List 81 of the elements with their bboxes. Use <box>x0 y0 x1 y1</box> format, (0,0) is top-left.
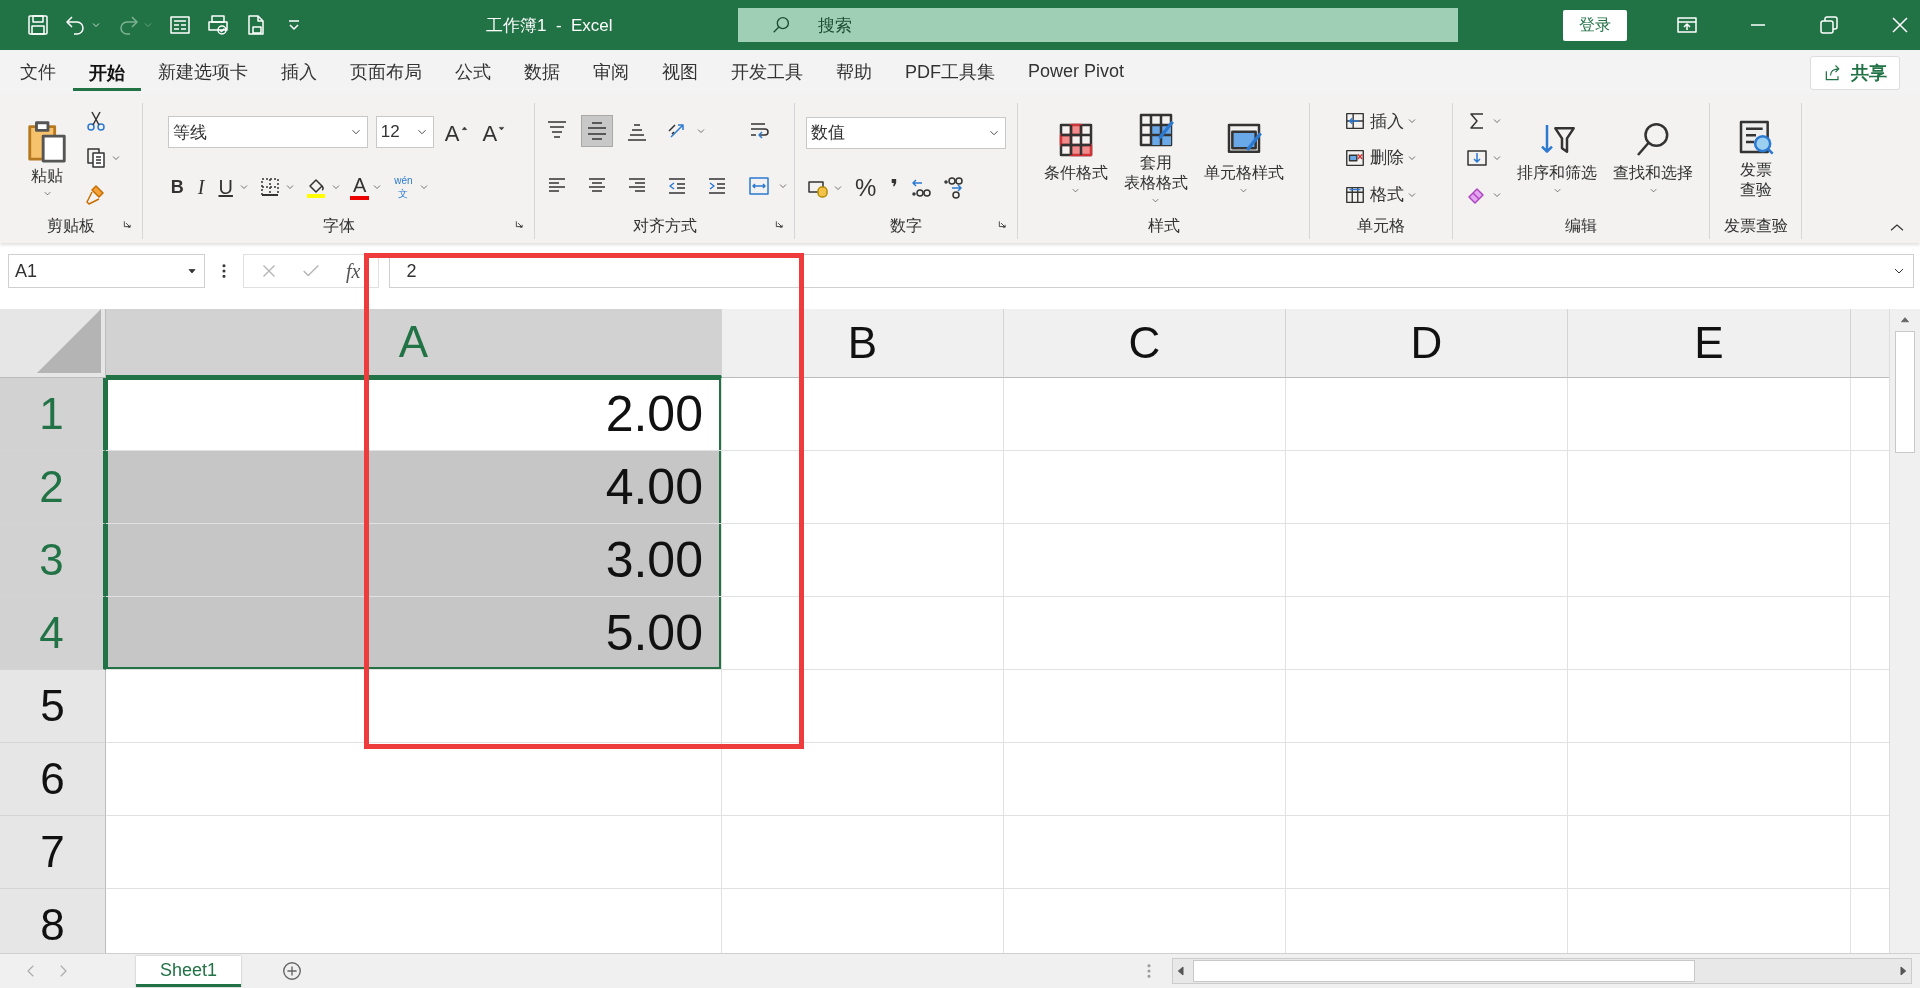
find-button[interactable]: 查找和选择 <box>1609 117 1697 199</box>
row-header[interactable]: 1 <box>0 378 106 451</box>
table-cell: 4.00 <box>106 451 722 524</box>
insert-cells-button[interactable]: 插入 <box>1344 109 1404 133</box>
column-header[interactable]: A <box>106 309 722 378</box>
group-label: 单元格 <box>1357 215 1405 236</box>
printer-icon[interactable] <box>206 13 230 37</box>
scrollbar-thumb[interactable] <box>1193 960 1695 982</box>
ribbon-tab[interactable]: 页面布局 <box>334 53 438 92</box>
decrease-decimal-icon[interactable] <box>941 175 965 200</box>
column-header[interactable]: E <box>1568 309 1851 378</box>
vertical-scrollbar[interactable] <box>1889 309 1920 953</box>
ribbon-tab[interactable]: 视图 <box>646 53 714 92</box>
group-label: 编辑 <box>1565 215 1597 236</box>
comma-style-button[interactable]: ❜ <box>887 176 901 199</box>
dropdown-field[interactable]: 数值 <box>806 116 1006 149</box>
row-header[interactable]: 6 <box>0 743 106 816</box>
group-label: 样式 <box>1147 215 1180 236</box>
row-header[interactable]: 7 <box>0 816 106 889</box>
ribbon-tab[interactable]: 插入 <box>265 53 333 92</box>
table-format-button[interactable]: 套用 表格格式 <box>1119 108 1192 208</box>
ribbon-tab[interactable]: 帮助 <box>820 53 888 92</box>
align-middle-toggle[interactable] <box>580 114 613 147</box>
bold-button[interactable]: B <box>167 178 187 196</box>
scrollbar-thumb[interactable] <box>1895 331 1915 453</box>
share-button[interactable]: 共享 <box>1810 55 1900 90</box>
row-header[interactable]: 2 <box>0 451 106 524</box>
grow-font-button[interactable]: A <box>441 118 472 146</box>
dropdown-field[interactable]: 等线 <box>167 116 368 148</box>
format-cells-button[interactable]: 格式 <box>1344 183 1404 207</box>
group-label: 字体 <box>322 215 355 236</box>
row-header[interactable]: 3 <box>0 524 106 597</box>
cell-styles-button[interactable]: 单元格样式 <box>1199 117 1288 199</box>
ribbon-tab[interactable]: Power Pivot <box>1012 55 1141 90</box>
column-header[interactable]: D <box>1286 309 1568 378</box>
shrink-font-button[interactable]: A <box>479 118 510 146</box>
column-header[interactable]: C <box>1004 309 1286 378</box>
row-header[interactable]: 4 <box>0 597 106 670</box>
restore-icon[interactable] <box>1817 13 1841 37</box>
form-icon[interactable] <box>168 13 192 37</box>
group-label: 发票查验 <box>1723 215 1788 236</box>
table-cell: 5.00 <box>106 597 722 670</box>
group-label: 数字 <box>890 215 922 236</box>
sheet-tab[interactable]: Sheet1 <box>136 955 242 987</box>
ribbon-tab[interactable]: 审阅 <box>577 53 645 92</box>
underline-button[interactable]: U <box>215 177 236 197</box>
ribbon-tab[interactable]: 文件 <box>4 53 72 92</box>
window-title: 工作簿1 - Excel <box>486 14 614 37</box>
row-header[interactable]: 5 <box>0 670 106 743</box>
font-color-button[interactable]: A <box>349 174 370 200</box>
ribbon-tab[interactable]: 开始 <box>73 54 141 91</box>
horizontal-scrollbar[interactable] <box>1172 958 1912 984</box>
delete-cells-icon <box>1344 147 1366 169</box>
phonetic-button[interactable]: wén 文 <box>391 174 416 200</box>
scissors-icon[interactable] <box>84 109 108 134</box>
delete-cells-button[interactable]: 删除 <box>1344 146 1404 170</box>
paste-button[interactable]: 粘贴 <box>20 114 74 202</box>
ribbon-tab[interactable]: 新建选项卡 <box>142 53 264 92</box>
formula-field[interactable]: 2 <box>389 254 1914 288</box>
ribbon-tab[interactable]: 开发工具 <box>715 53 819 92</box>
copy-icon[interactable] <box>84 146 108 170</box>
percent-button[interactable]: % <box>852 175 880 200</box>
italic-button[interactable]: I <box>194 177 208 197</box>
ribbon-tab[interactable]: PDF工具集 <box>889 53 1011 92</box>
search-field[interactable]: 搜索 <box>738 8 1458 42</box>
ribbon-tab[interactable]: 数据 <box>508 53 576 92</box>
add-sheet-icon[interactable] <box>281 960 304 982</box>
column-header[interactable]: B <box>722 309 1004 378</box>
name-box[interactable]: A1 <box>8 254 205 288</box>
dropdown-field[interactable]: 12 <box>375 116 434 148</box>
insert-function-button[interactable]: fx <box>342 259 365 283</box>
group-label: 剪贴板 <box>47 215 95 236</box>
invoice-button[interactable]: 发票 查验 <box>1731 115 1780 201</box>
row-header[interactable]: 8 <box>0 889 106 953</box>
sign-in-button[interactable]: 登录 <box>1563 9 1627 41</box>
group-label: 对齐方式 <box>632 215 697 236</box>
conditional-button[interactable]: 条件格式 <box>1039 117 1112 199</box>
table-cell: 3.00 <box>106 524 722 597</box>
table-cell: 2.00 <box>106 378 722 451</box>
sort-filter-button[interactable]: 排序和筛选 <box>1513 117 1601 199</box>
ribbon-tab[interactable]: 公式 <box>439 53 507 92</box>
